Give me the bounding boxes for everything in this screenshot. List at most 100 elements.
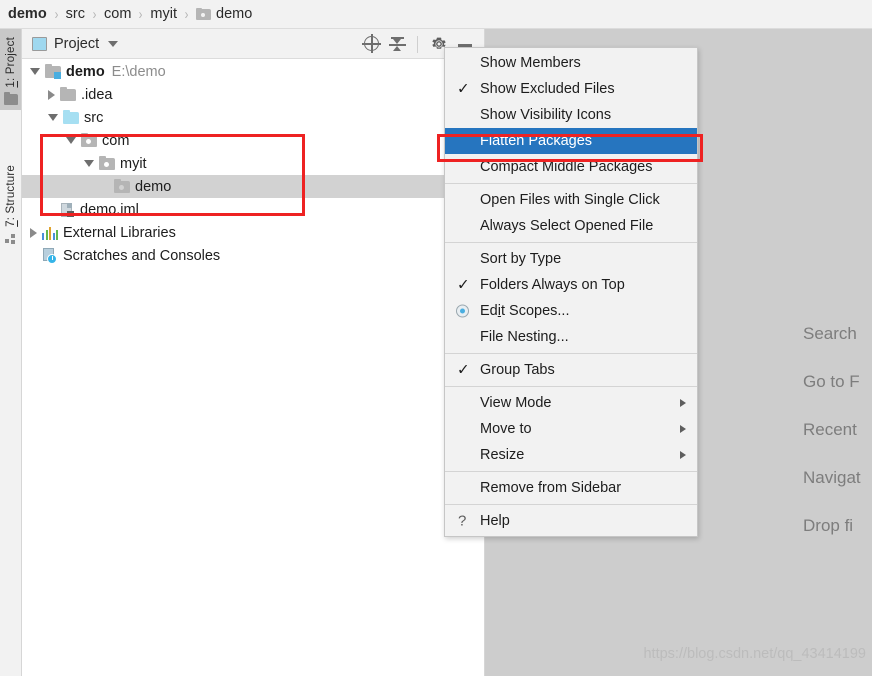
menu-separator (445, 242, 697, 243)
tree-row[interactable]: src (22, 106, 484, 129)
ide-window: demo › src › com › myit › demo 1: Project 7: Str… (0, 0, 872, 676)
tree-row[interactable]: demo (22, 175, 484, 198)
menu-item-label: Flatten Packages (480, 133, 593, 149)
project-panel-header: Project (22, 29, 484, 59)
menu-separator (445, 386, 697, 387)
editor-hint: Go to F (803, 372, 860, 391)
chevron-right-icon (680, 451, 686, 459)
sidebar-item-structure[interactable]: 7: Structure (0, 157, 21, 250)
radio-icon (456, 304, 469, 318)
tree-node-label: demo (135, 178, 172, 195)
menu-item-show-members[interactable]: Show Members (445, 50, 697, 76)
menu-item-edit-scopes[interactable]: Edit Scopes... (445, 298, 697, 324)
tree-row[interactable]: com (22, 129, 484, 152)
menu-item-label: Open Files with Single Click (480, 192, 660, 208)
package-folder-icon (114, 178, 130, 193)
chevron-down-icon[interactable] (66, 137, 76, 144)
breadcrumb-item-label: demo (8, 6, 47, 22)
tree-node-label: demo (66, 63, 105, 80)
menu-item-file-nesting[interactable]: File Nesting... (445, 324, 697, 350)
sidebar-item-project[interactable]: 1: Project (0, 29, 21, 110)
breadcrumb-item-src[interactable]: src (66, 6, 85, 22)
chevron-down-icon[interactable] (48, 114, 58, 121)
tree-node-label: External Libraries (63, 224, 176, 241)
tree-node-label: .idea (81, 86, 113, 103)
chevron-right-icon[interactable] (48, 89, 55, 100)
project-options-context-menu[interactable]: Show Members ✓ Show Excluded Files Show Vis… (444, 47, 698, 537)
menu-item-remove-from-sidebar[interactable]: Remove from Sidebar (445, 475, 697, 501)
chevron-right-icon (680, 425, 686, 433)
menu-item-view-mode[interactable]: View Mode (445, 390, 697, 416)
menu-item-label: Compact Middle Packages (480, 159, 653, 175)
menu-item-label: Folders Always on Top (480, 277, 625, 293)
tree-row[interactable]: myit (22, 152, 484, 175)
tree-node-label: com (102, 132, 130, 149)
menu-separator (445, 353, 697, 354)
panel-title: Project (54, 35, 100, 52)
help-icon: ? (458, 512, 467, 530)
menu-item-flatten-packages[interactable]: Flatten Packages (445, 128, 697, 154)
check-icon: ✓ (457, 276, 470, 294)
libraries-icon (42, 226, 58, 240)
sidebar-item-project-label: 1: Project (4, 37, 17, 88)
menu-item-folders-always-on-top[interactable]: ✓ Folders Always on Top (445, 272, 697, 298)
menu-item-group-tabs[interactable]: ✓ Group Tabs (445, 357, 697, 383)
breadcrumb-item-demo[interactable]: demo (8, 6, 47, 22)
tree-row[interactable]: demo E:\demo (22, 60, 484, 83)
module-folder-icon (45, 63, 61, 79)
breadcrumb-item-myit[interactable]: myit (150, 6, 177, 22)
tree-row[interactable]: External Libraries (22, 221, 484, 244)
tree-row[interactable]: demo.iml (22, 198, 484, 221)
menu-item-show-visibility-icons[interactable]: Show Visibility Icons (445, 102, 697, 128)
chevron-down-icon[interactable] (84, 160, 94, 167)
project-view-icon (32, 36, 47, 51)
menu-item-label: View Mode (480, 395, 552, 411)
check-icon: ✓ (457, 80, 470, 98)
tool-window-stripe: 1: Project 7: Structure (0, 29, 22, 676)
chevron-right-icon[interactable] (30, 227, 37, 238)
menu-item-label: Help (480, 513, 510, 529)
tree-node-label: Scratches and Consoles (63, 247, 221, 264)
sidebar-item-structure-label: 7: Structure (4, 165, 17, 227)
menu-separator (445, 471, 697, 472)
menu-item-resize[interactable]: Resize (445, 442, 697, 468)
chevron-down-icon[interactable] (30, 68, 40, 75)
menu-separator (445, 504, 697, 505)
menu-item-label: Show Visibility Icons (480, 107, 612, 123)
folder-icon (60, 86, 76, 101)
menu-separator (445, 183, 697, 184)
breadcrumb-separator: › (54, 5, 59, 23)
editor-hint-list: Search Go to F Recent Navigat Drop fi (803, 324, 872, 564)
menu-item-show-excluded-files[interactable]: ✓ Show Excluded Files (445, 76, 697, 102)
locate-in-tree-icon[interactable] (361, 33, 383, 55)
menu-item-always-select-opened-file[interactable]: Always Select Opened File (445, 213, 697, 239)
tree-node-path: E:\demo (111, 63, 166, 80)
breadcrumb-separator: › (184, 5, 189, 23)
chevron-right-icon (680, 399, 686, 407)
menu-item-label: Sort by Type (480, 251, 562, 267)
menu-item-help[interactable]: ? Help (445, 508, 697, 534)
breadcrumb-item-label: src (65, 6, 86, 22)
project-view-selector[interactable]: Project (22, 35, 119, 52)
menu-item-label: Edit Scopes... (480, 303, 570, 319)
breadcrumb-item-demo[interactable]: demo (196, 6, 252, 22)
breadcrumb-item-com[interactable]: com (104, 6, 131, 22)
menu-item-sort-by-type[interactable]: Sort by Type (445, 246, 697, 272)
watermark: https://blog.csdn.net/qq_43414199 (643, 646, 866, 662)
tree-row[interactable]: Scratches and Consoles (22, 244, 484, 267)
menu-item-move-to[interactable]: Move to (445, 416, 697, 442)
project-tool-window: Project demo E:\demo .idea src com myit demo (22, 29, 485, 676)
menu-item-compact-middle-packages[interactable]: Compact Middle Packages (445, 154, 697, 180)
structure-icon (4, 233, 17, 245)
project-tree[interactable]: demo E:\demo .idea src com myit demo demo.iml Ex… (22, 60, 484, 267)
menu-item-open-files-with-single-click[interactable]: Open Files with Single Click (445, 187, 697, 213)
breadcrumb-separator: › (139, 5, 143, 23)
menu-item-label: Always Select Opened File (480, 218, 654, 234)
scratches-icon (42, 247, 58, 264)
chevron-down-icon[interactable] (108, 40, 119, 47)
collapse-all-icon[interactable] (387, 33, 409, 55)
tree-row[interactable]: .idea (22, 83, 484, 106)
menu-item-label: File Nesting... (480, 329, 569, 345)
source-folder-icon (63, 109, 79, 124)
breadcrumb: demo › src › com › myit › demo (0, 0, 872, 29)
